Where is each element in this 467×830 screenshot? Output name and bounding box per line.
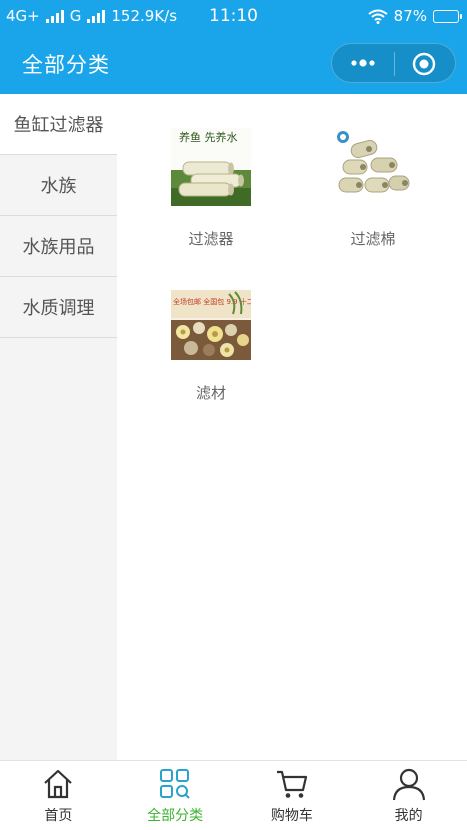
product-item-filter[interactable]: 养鱼 先养水 过滤器: [156, 128, 266, 249]
tab-label: 我的: [394, 808, 423, 824]
tab-all-categories[interactable]: 全部分类: [117, 761, 234, 830]
product-label: 过滤器: [188, 230, 234, 248]
battery-icon: [433, 9, 462, 23]
page-title: 全部分类: [22, 53, 110, 77]
sidebar-item-aquarium-supplies[interactable]: 水族用品: [0, 216, 117, 277]
filter-product-image: 养鱼 先养水: [171, 128, 251, 206]
category-grid-icon: [160, 769, 190, 799]
sidebar-item-water-conditioning[interactable]: 水质调理: [0, 277, 117, 338]
tab-label: 全部分类: [147, 808, 204, 824]
mini-program-capsule: [331, 43, 456, 83]
tab-label: 购物车: [270, 808, 313, 824]
product-label: 滤材: [195, 384, 226, 402]
battery-percent: 87%: [393, 7, 427, 25]
bottom-tab-bar: 首页 全部分类 购物车 我的: [0, 760, 467, 830]
profile-icon: [392, 768, 425, 801]
home-icon: [44, 769, 73, 799]
sidebar-item-label: 鱼缸过滤器: [13, 115, 104, 136]
sidebar-item-label: 水族: [40, 176, 77, 197]
more-options-icon[interactable]: [350, 55, 376, 71]
close-mini-program-icon[interactable]: [412, 52, 436, 76]
product-grid: 养鱼 先养水 过滤器 过滤棉 全场包邮 全国包 9.9 十二 滤材: [117, 94, 467, 760]
filter-media-product-image: 全场包邮 全国包 9.9 十二合一滤材: [171, 290, 251, 360]
product-label: 过滤棉: [350, 230, 396, 248]
navigation-bar: 全部分类: [0, 34, 467, 94]
filter-cotton-product-image: [333, 128, 413, 206]
sidebar-item-aquarium-filter[interactable]: 鱼缸过滤器: [0, 94, 117, 155]
category-sidebar: 鱼缸过滤器 水族 水族用品 水质调理: [0, 94, 117, 760]
tab-label: 首页: [44, 808, 73, 824]
product-item-filter-cotton[interactable]: 过滤棉: [318, 128, 428, 249]
sidebar-item-label: 水质调理: [22, 298, 95, 319]
capsule-divider: [394, 52, 395, 76]
tab-home[interactable]: 首页: [0, 761, 117, 830]
cart-icon: [276, 770, 307, 798]
tab-profile[interactable]: 我的: [350, 761, 467, 830]
filter-image-text: 养鱼 先养水: [179, 130, 238, 144]
sidebar-item-label: 水族用品: [22, 237, 95, 258]
system-indicators: 87%: [368, 7, 462, 25]
sidebar-item-aquarium[interactable]: 水族: [0, 155, 117, 216]
tab-cart[interactable]: 购物车: [234, 761, 351, 830]
product-item-filter-media[interactable]: 全场包邮 全国包 9.9 十二合一滤材 滤材: [156, 290, 266, 403]
status-bar: 4G+ G 152.9K/s 11:10 87%: [0, 0, 467, 34]
wifi-icon: [368, 9, 388, 24]
